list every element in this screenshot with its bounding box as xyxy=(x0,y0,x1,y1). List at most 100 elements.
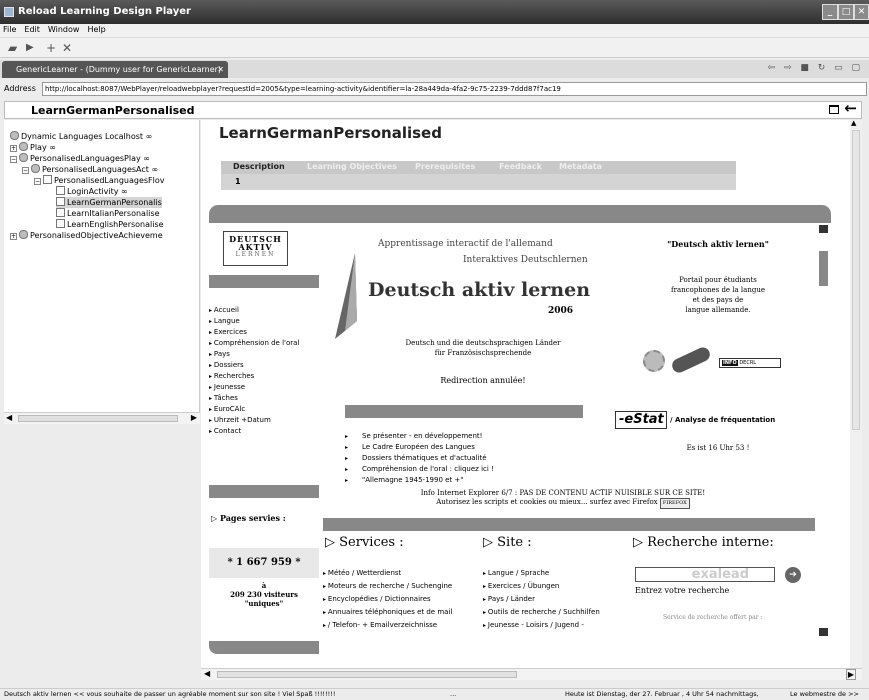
news-item[interactable]: "Allemagne 1945-1990 et +" xyxy=(345,475,494,486)
collapse-icon[interactable]: − xyxy=(34,178,41,185)
nav-langue[interactable]: Langue xyxy=(209,316,299,327)
tab-prerequisites[interactable]: Prerequisites xyxy=(415,162,475,171)
menu-window[interactable]: Window xyxy=(45,24,85,34)
collapse-icon[interactable]: − xyxy=(22,167,29,174)
collapse-icon[interactable]: − xyxy=(10,156,17,163)
maximize-button[interactable]: □ xyxy=(838,4,854,20)
webpage-scrollbar[interactable] xyxy=(815,223,831,660)
menu-help[interactable]: Help xyxy=(84,24,110,34)
tree-node-languages-play[interactable]: − PersonalisedLanguagesPlay ∞ xyxy=(10,153,150,164)
services-item[interactable]: Météo / Wetterdienst xyxy=(323,567,452,580)
estat-logo[interactable]: -eStat xyxy=(615,411,667,429)
scroll-up-icon[interactable] xyxy=(819,225,828,233)
status-ellipsis: ... xyxy=(450,690,457,698)
menu-edit[interactable]: Edit xyxy=(21,24,45,34)
visit-counter: * 1 667 959 * xyxy=(209,548,319,578)
tab-metadata[interactable]: Metadata xyxy=(559,162,602,171)
menu-bar: File Edit Window Help xyxy=(0,24,869,38)
add-icon[interactable]: + xyxy=(46,41,56,55)
nav-jeunesse[interactable]: Jeunesse xyxy=(209,382,299,393)
nav-comprehension[interactable]: Compréhension de l'oral xyxy=(209,338,299,349)
tree-node-objective[interactable]: + PersonalisedObjectiveAchieveme xyxy=(10,230,163,241)
services-item[interactable]: Annuaires téléphoniques et de mail xyxy=(323,606,452,619)
services-item[interactable]: / Telefon- + Emailverzeichnisse xyxy=(323,619,452,632)
nav-pays[interactable]: Pays xyxy=(209,349,299,360)
tree-node-languages-flow[interactable]: − PersonalisedLanguagesFlov xyxy=(34,175,165,186)
scroll-left-icon[interactable]: ◀ xyxy=(6,413,12,422)
scroll-thumb[interactable] xyxy=(217,671,517,678)
browser-nav-icons[interactable]: ⇦ ⇨ ■ ↻ ▭ ▢ xyxy=(768,63,863,73)
services-item[interactable]: Moteurs de recherche / Suchengine xyxy=(323,580,452,593)
scroll-right-icon[interactable]: ▶ xyxy=(845,669,856,680)
site-item[interactable]: Pays / Länder xyxy=(483,593,600,606)
play-icon[interactable]: ▶ xyxy=(26,41,34,55)
menu-file[interactable]: File xyxy=(0,24,21,34)
nav-eurocalc[interactable]: EuroCAlc xyxy=(209,404,299,415)
scroll-thumb[interactable] xyxy=(18,415,178,422)
site-item[interactable]: Jeunesse - Loisirs / Jugend - xyxy=(483,619,600,632)
search-heading: ▷ Recherche interne: xyxy=(633,535,774,550)
site-logo[interactable]: DEUTSCH AKTIV LERNEN xyxy=(223,231,288,266)
search-go-button[interactable]: ➔ xyxy=(785,567,801,583)
site-heading: ▷ Site : xyxy=(483,535,532,550)
tree-node-play[interactable]: + Play ∞ xyxy=(10,142,56,153)
tree-node-learn-german[interactable]: LearnGermanPersonalis xyxy=(56,197,162,208)
nav-recherches[interactable]: Recherches xyxy=(209,371,299,382)
nav-accueil[interactable]: Accueil xyxy=(209,305,299,316)
site-item[interactable]: Langue / Sprache xyxy=(483,567,600,580)
site-description: Deutsch und die deutschsprachigen Länder… xyxy=(405,339,561,357)
play-node-icon xyxy=(19,153,28,162)
scroll-right-icon[interactable]: ▶ xyxy=(191,413,197,422)
news-item[interactable]: Compréhension de l'oral : cliquez ici ! xyxy=(345,464,494,475)
firefox-button[interactable]: FIREFOX xyxy=(659,498,690,509)
nav-exercices[interactable]: Exercices xyxy=(209,327,299,338)
status-webmaster: Le webmestre de >> xyxy=(790,690,859,698)
minimize-button[interactable]: _ xyxy=(822,4,838,20)
open-folder-icon[interactable]: ▰ xyxy=(8,41,17,55)
expand-icon[interactable]: + xyxy=(10,145,17,152)
estat-text: / Analyse de fréquentation xyxy=(670,416,776,424)
address-input[interactable]: http://localhost:8087/WebPlayer/reloadwe… xyxy=(42,82,867,96)
tree-node-languages-act[interactable]: − PersonalisedLanguagesAct ∞ xyxy=(22,164,158,175)
maximize-pane-icon[interactable] xyxy=(829,105,839,114)
sidebar-divider xyxy=(209,641,319,654)
content-vertical-scrollbar[interactable]: ▲ xyxy=(850,119,862,680)
site-item[interactable]: Exercices / Übungen xyxy=(483,580,600,593)
info-decrl-badge[interactable]: INFO DECRL xyxy=(719,358,781,368)
tab-learning-objectives[interactable]: Learning Objectives xyxy=(307,162,397,171)
site-item[interactable]: Outils de recherche / Suchhilfen xyxy=(483,606,600,619)
tab-feedback[interactable]: Feedback xyxy=(499,162,542,171)
news-item[interactable]: Dossiers thématiques et d'actualité xyxy=(345,453,494,464)
scroll-thumb[interactable] xyxy=(852,130,860,430)
tab-description[interactable]: Description xyxy=(233,162,285,171)
content-horizontal-scrollbar[interactable]: ◀ ▶ xyxy=(201,668,862,680)
scroll-thumb[interactable] xyxy=(819,251,828,286)
services-item[interactable]: Encyclopédies / Dictionnaires xyxy=(323,593,452,606)
tab-close-icon[interactable]: ✕ xyxy=(217,61,224,78)
tree-node-learn-italian[interactable]: LearnItalianPersonalise xyxy=(56,208,160,219)
scroll-left-icon[interactable]: ◀ xyxy=(204,669,210,678)
tree-node-login-activity[interactable]: LoginActivity ∞ xyxy=(56,186,128,197)
nav-contact[interactable]: Contact xyxy=(209,426,299,437)
tab-generic-learner[interactable]: GenericLearner - (Dummy user for Generic… xyxy=(2,61,228,78)
dictionary-badge-icon[interactable] xyxy=(669,345,713,375)
nav-dossiers[interactable]: Dossiers xyxy=(209,360,299,371)
remove-icon[interactable]: ✕ xyxy=(62,41,72,55)
tree-horizontal-scrollbar[interactable]: ◀ ▶ xyxy=(4,412,200,424)
tree-node-learn-english[interactable]: LearnEnglishPersonalise xyxy=(56,219,164,230)
back-arrow-icon[interactable]: ← xyxy=(844,99,857,117)
news-item[interactable]: Se présenter - en développement! xyxy=(345,431,494,442)
nav-taches[interactable]: Tâches xyxy=(209,393,299,404)
tree-node-localhost[interactable]: Dynamic Languages Localhost ∞ xyxy=(10,131,152,142)
scroll-down-icon[interactable] xyxy=(819,628,828,636)
play-node-icon xyxy=(19,142,28,151)
expand-icon[interactable]: + xyxy=(10,233,17,240)
search-input[interactable]: exalead xyxy=(635,567,775,582)
tagline-de: Interaktives Deutschlernen xyxy=(463,255,588,265)
weather-sun-icon[interactable] xyxy=(643,350,665,372)
scroll-up-icon[interactable]: ▲ xyxy=(851,119,856,127)
tab-label: GenericLearner - (Dummy user for Generic… xyxy=(16,65,222,74)
nav-uhrzeit[interactable]: Uhrzeit +Datum xyxy=(209,415,299,426)
close-window-button[interactable]: ✕ xyxy=(854,4,869,20)
news-item[interactable]: Le Cadre Européen des Langues xyxy=(345,442,494,453)
